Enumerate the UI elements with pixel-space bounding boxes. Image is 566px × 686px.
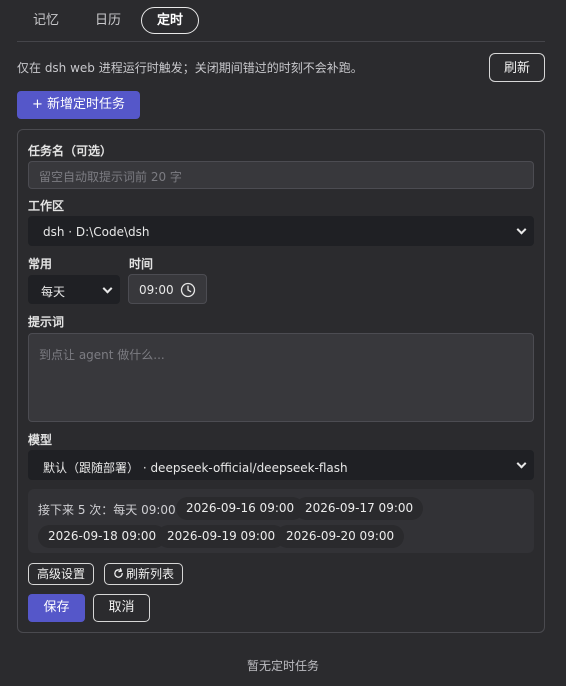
frequency-select[interactable]: 每天 [28, 275, 120, 304]
next-run-item: 2026-09-20 09:00 [276, 525, 405, 548]
next-runs-prefix: 接下来 5 次：每天 09:00 [38, 503, 176, 517]
model-label: 模型 [28, 433, 53, 447]
time-value: 09:00 [139, 283, 174, 297]
refresh-button[interactable]: 刷新 [488, 53, 545, 82]
tab-bar: 记忆 日历 定时 [17, 7, 545, 42]
tab-memory[interactable]: 记忆 [17, 7, 75, 34]
chevron-down-icon [516, 224, 527, 235]
frequency-label: 常用 [28, 257, 53, 271]
prompt-placeholder: 到点让 agent 做什么... [39, 348, 165, 362]
empty-state-text: 暂无定时任务 [246, 659, 319, 673]
chevron-down-icon [102, 283, 113, 294]
add-task-button[interactable]: + 新增定时任务 [17, 91, 140, 119]
tab-calendar[interactable]: 日历 [79, 7, 137, 34]
name-label: 任务名（可选） [28, 144, 113, 158]
cancel-button[interactable]: 取消 [93, 594, 150, 622]
model-value: 默认（跟随部署） · deepseek-official/deepseek-fl… [43, 461, 348, 475]
name-input[interactable]: 留空自动取提示词前 20 字 [28, 161, 534, 189]
frequency-value: 每天 [41, 285, 66, 299]
prompt-textarea[interactable]: 到点让 agent 做什么... [28, 333, 534, 422]
prompt-label: 提示词 [28, 315, 65, 329]
name-placeholder: 留空自动取提示词前 20 字 [39, 170, 182, 184]
notice-row: 仅在 dsh web 进程运行时触发；关闭期间错过的时刻不会补跑。 刷新 [17, 53, 545, 82]
refresh-icon [114, 568, 123, 578]
refresh-list-button[interactable]: 刷新列表 [104, 563, 184, 585]
model-select[interactable]: 默认（跟随部署） · deepseek-official/deepseek-fl… [28, 450, 534, 480]
next-run-item: 2026-09-17 09:00 [295, 497, 424, 520]
next-run-item: 2026-09-18 09:00 [38, 525, 167, 548]
workspace-label: 工作区 [28, 199, 65, 213]
workspace-select[interactable]: dsh · D:\Code\dsh [28, 216, 534, 246]
task-form-panel: 任务名（可选） 留空自动取提示词前 20 字 工作区 dsh · D:\Code… [17, 129, 545, 633]
time-label: 时间 [129, 257, 154, 271]
next-run-item: 2026-09-16 09:00 [176, 497, 305, 520]
save-button[interactable]: 保存 [28, 594, 85, 622]
advanced-settings-button[interactable]: 高级设置 [28, 563, 95, 585]
workspace-value: dsh · D:\Code\dsh [43, 225, 150, 239]
tab-schedule[interactable]: 定时 [141, 7, 200, 34]
chevron-down-icon [516, 458, 527, 469]
refresh-list-label: 刷新列表 [126, 567, 175, 581]
time-input[interactable]: 09:00 [128, 274, 207, 304]
notice-text: 仅在 dsh web 进程运行时触发；关闭期间错过的时刻不会补跑。 [17, 61, 363, 75]
next-runs-box: 接下来 5 次：每天 09:00 2026-09-16 09:00 2026-0… [28, 489, 534, 553]
next-run-item: 2026-09-19 09:00 [157, 525, 286, 548]
clock-icon[interactable] [180, 282, 196, 298]
